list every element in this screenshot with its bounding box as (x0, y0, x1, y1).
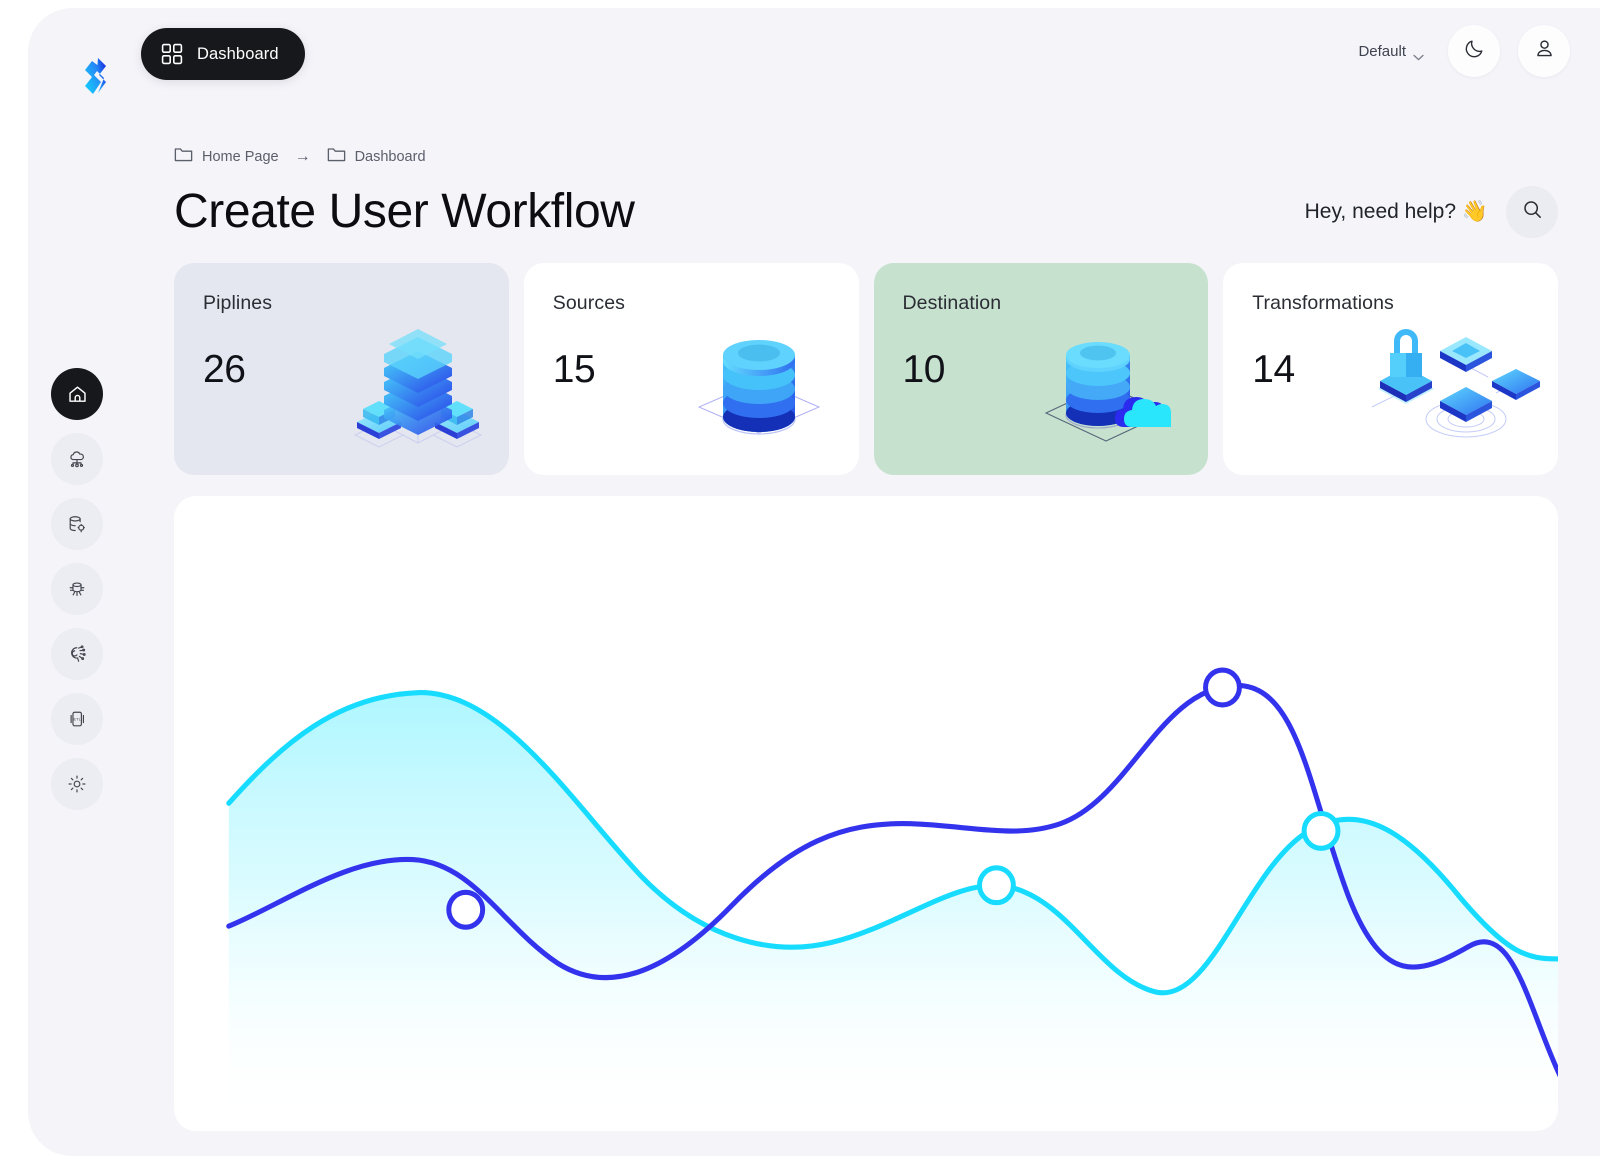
stat-value: 14 (1252, 348, 1295, 391)
nav-dashboard-button[interactable]: Dashboard (141, 28, 305, 80)
breadcrumb-label: Home Page (202, 148, 279, 165)
breadcrumb-label: Dashboard (354, 148, 426, 165)
breadcrumb: Home Page → Dashboard (174, 146, 426, 167)
workspace-selector[interactable]: Default (1358, 43, 1430, 60)
search-button[interactable] (1506, 186, 1558, 238)
nav-dashboard-label: Dashboard (197, 44, 279, 63)
help-prompt[interactable]: Hey, need help? 👋 (1305, 200, 1488, 224)
stat-label: Destination (902, 292, 1002, 314)
stat-card-transformations[interactable]: Transformations 14 (1223, 263, 1558, 475)
sidebar-item-settings[interactable] (51, 758, 103, 810)
folder-icon (174, 146, 193, 167)
database-cloud-illustration (1020, 315, 1196, 465)
stat-card-row: Piplines 26 Sources 15 Destination 10 Tr… (174, 263, 1558, 475)
header-actions: Hey, need help? 👋 (1305, 186, 1558, 238)
account-button[interactable] (1518, 25, 1570, 77)
chart-marker-indigo-1[interactable] (446, 889, 486, 930)
breadcrumb-item-home-page[interactable]: Home Page (174, 146, 279, 167)
database-cylinder-illustration (671, 315, 847, 465)
breadcrumb-item-dashboard[interactable]: Dashboard (327, 146, 426, 167)
app-shell: Dashboard Default ETL Home Page → Dashbo… (28, 8, 1600, 1156)
home-icon (66, 383, 89, 406)
sidebar: ETL (51, 368, 107, 810)
search-icon (1521, 198, 1544, 226)
chevron-down-icon (1413, 48, 1424, 60)
topbar: Dashboard Default (28, 8, 1600, 126)
sidebar-item-file-transfer[interactable]: ETL (51, 693, 103, 745)
sidebar-item-cloud-network[interactable] (51, 433, 103, 485)
moon-icon (1463, 38, 1485, 65)
page-header: Create User Workflow Hey, need help? 👋 (174, 174, 1558, 250)
sidebar-item-data-pipeline[interactable] (51, 563, 103, 615)
sidebar-item-home[interactable] (51, 368, 103, 420)
chart-marker-cyan-1[interactable] (977, 865, 1016, 906)
stat-card-piplines[interactable]: Piplines 26 (174, 263, 509, 475)
database-gear-icon (66, 513, 88, 535)
analytics-chart-card[interactable] (174, 496, 1558, 1131)
stat-value: 10 (902, 348, 946, 391)
main-content: Home Page → Dashboard Create User Workfl… (146, 126, 1600, 1156)
file-transfer-icon: ETL (66, 708, 88, 730)
user-icon (1533, 37, 1556, 65)
stat-value: 26 (203, 348, 246, 391)
breadcrumb-separator: → (294, 147, 311, 165)
stat-card-destination[interactable]: Destination 10 (873, 263, 1209, 475)
chart-marker-indigo-2[interactable] (1203, 667, 1242, 708)
theme-toggle-button[interactable] (1448, 25, 1500, 77)
ai-chip-icon (66, 643, 88, 665)
workspace-label: Default (1358, 42, 1406, 60)
svg-text:ETL: ETL (73, 716, 81, 721)
stat-card-sources[interactable]: Sources 15 (523, 263, 859, 475)
grid-icon (161, 43, 183, 65)
cloud-network-icon (66, 448, 88, 470)
stacked-layers-illustration (321, 315, 497, 465)
sidebar-item-database-config[interactable] (51, 498, 103, 550)
brand-logo-icon[interactable] (68, 48, 124, 104)
lock-nodes-illustration (1370, 315, 1546, 465)
data-pipeline-icon (66, 578, 88, 600)
chart-area-cyan (228, 692, 1558, 1131)
sidebar-item-ai-processing[interactable] (51, 628, 103, 680)
stat-label: Transformations (1252, 292, 1394, 314)
stat-value: 15 (552, 348, 596, 391)
folder-icon (327, 146, 346, 167)
page-title: Create User Workflow (174, 185, 635, 238)
topbar-actions: Default (1358, 25, 1570, 77)
chart-marker-cyan-2[interactable] (1301, 810, 1341, 851)
analytics-area-chart (226, 667, 1558, 1131)
stat-label: Sources (552, 292, 625, 314)
stat-label: Piplines (203, 292, 273, 314)
gear-icon (66, 773, 88, 795)
